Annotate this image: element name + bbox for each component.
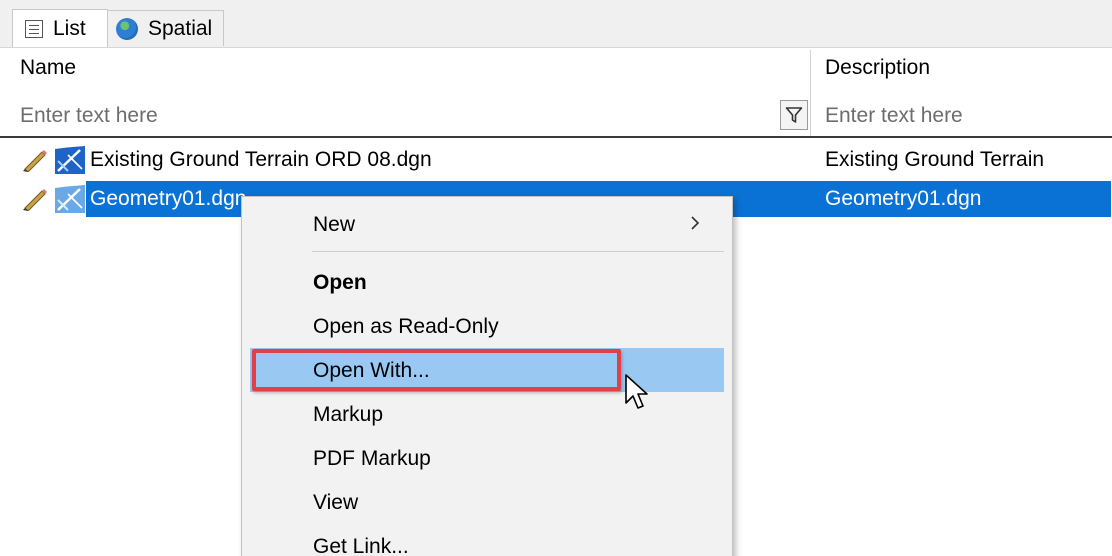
- menu-item-new[interactable]: New: [250, 203, 724, 243]
- column-divider[interactable]: [810, 50, 811, 136]
- tab-spatial[interactable]: Spatial: [108, 10, 224, 46]
- filter-funnel-icon: [785, 107, 803, 123]
- description-filter-input[interactable]: [825, 98, 1105, 134]
- menu-item-label: Markup: [313, 403, 384, 426]
- row-name-cell: Geometry01.dgn: [90, 187, 247, 210]
- tab-list[interactable]: List: [12, 9, 108, 47]
- header-separator: [0, 136, 1112, 138]
- menu-item-markup[interactable]: Markup: [250, 393, 724, 433]
- menu-separator: [312, 251, 724, 252]
- menu-item-open[interactable]: Open: [250, 261, 724, 301]
- document-explorer: List Spatial Name Description Existing G…: [0, 0, 1112, 556]
- chevron-right-icon: [691, 216, 700, 230]
- menu-item-view[interactable]: View: [250, 481, 724, 521]
- context-menu: New Open Open as Read-Only Open With... …: [241, 196, 733, 556]
- dgn-file-icon: [55, 146, 85, 174]
- menu-item-pdf-markup[interactable]: PDF Markup: [250, 437, 724, 477]
- tab-list-label: List: [53, 16, 86, 40]
- tab-spatial-label: Spatial: [148, 16, 213, 40]
- row-description-cell: Existing Ground Terrain: [825, 148, 1045, 171]
- menu-item-get-link[interactable]: Get Link...: [250, 525, 724, 556]
- row-name-cell: Existing Ground Terrain ORD 08.dgn: [90, 148, 432, 171]
- menu-item-label: Open: [313, 271, 367, 294]
- menu-item-label: New: [313, 213, 356, 236]
- menu-item-label: View: [313, 491, 359, 514]
- table-row[interactable]: Existing Ground Terrain ORD 08.dgn Exist…: [0, 142, 1112, 178]
- globe-icon: [116, 17, 138, 40]
- filter-button[interactable]: [780, 100, 808, 130]
- row-description-cell: Geometry01.dgn: [825, 187, 982, 210]
- menu-item-open-read-only[interactable]: Open as Read-Only: [250, 305, 724, 345]
- list-view-icon: [25, 19, 43, 38]
- column-header-name[interactable]: Name: [20, 56, 76, 80]
- name-filter-input[interactable]: [20, 98, 775, 134]
- menu-item-label: Open as Read-Only: [313, 315, 499, 338]
- column-header-description[interactable]: Description: [825, 56, 930, 80]
- menu-item-label: Get Link...: [313, 535, 409, 556]
- pencil-icon: [23, 189, 47, 211]
- menu-item-label: PDF Markup: [313, 447, 431, 470]
- view-tab-strip: List Spatial: [0, 0, 1112, 48]
- dgn-file-icon: [55, 185, 85, 213]
- menu-item-label: Open With...: [313, 359, 430, 382]
- menu-item-open-with[interactable]: Open With...: [250, 348, 724, 392]
- pencil-icon: [23, 150, 47, 172]
